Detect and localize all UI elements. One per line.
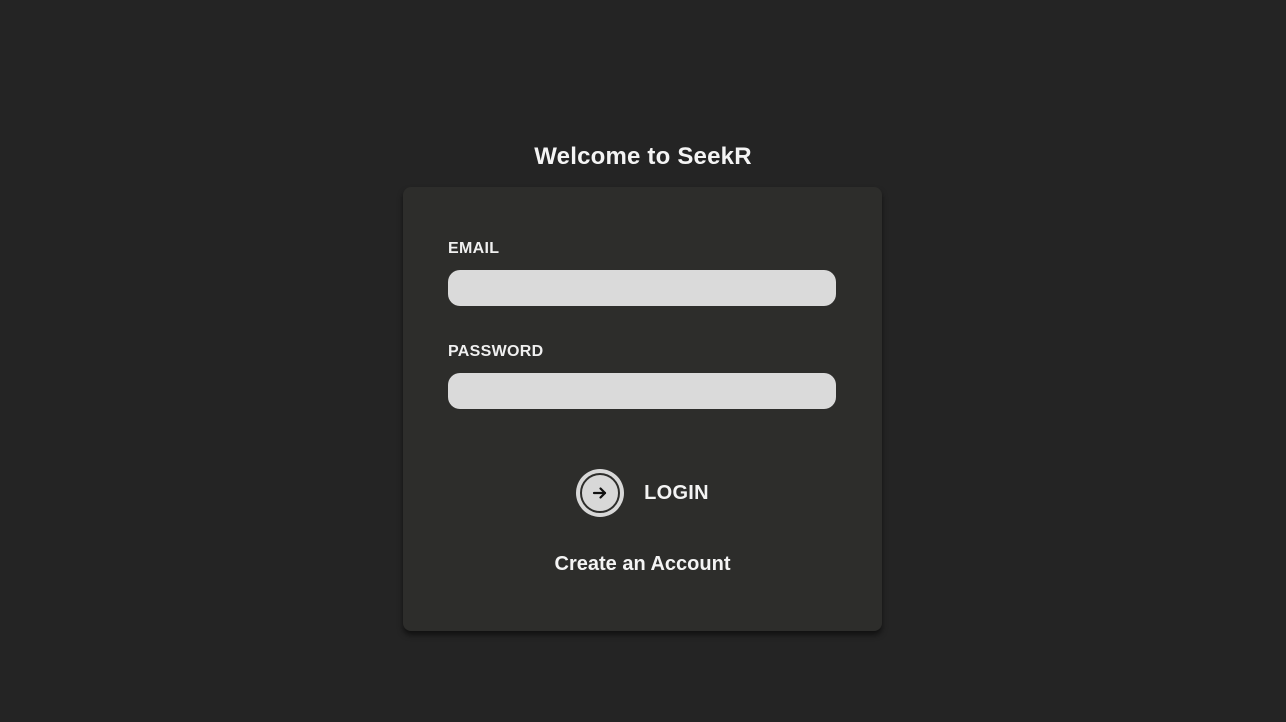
login-icon-circle[interactable] (576, 469, 625, 517)
email-label: EMAIL (448, 240, 500, 257)
login-button[interactable]: LOGIN (403, 468, 882, 518)
arrow-right-icon (592, 487, 607, 499)
login-button-label: LOGIN (644, 482, 709, 504)
password-field[interactable] (448, 373, 836, 409)
email-field[interactable] (448, 270, 836, 306)
create-account-link[interactable]: Create an Account (403, 551, 882, 577)
page-title: Welcome to SeekR (534, 143, 752, 170)
login-icon-ring (580, 473, 621, 513)
password-label: PASSWORD (448, 343, 544, 360)
login-card: EMAIL PASSWORD LOGIN Create an Account (403, 187, 882, 631)
